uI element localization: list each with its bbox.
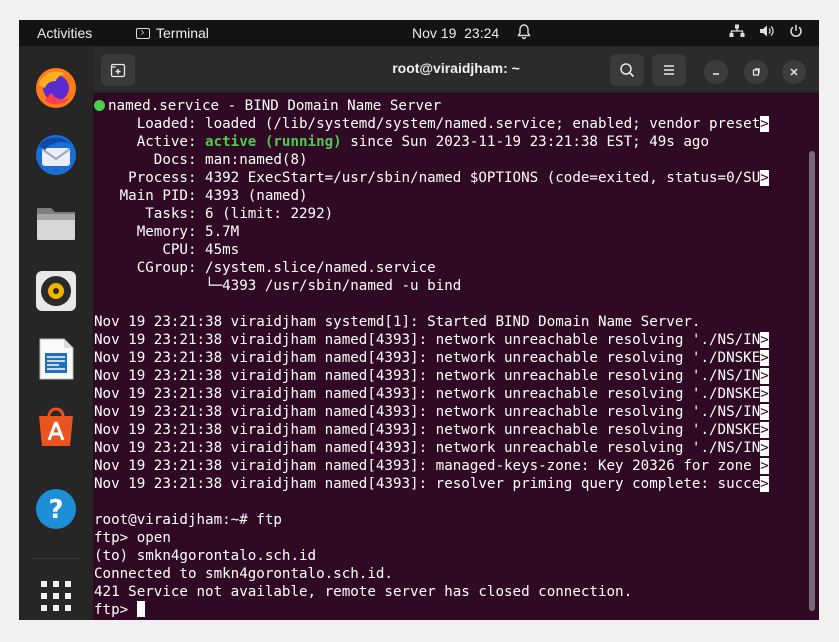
terminal-icon [136,27,150,39]
menu-button[interactable] [652,54,686,86]
log-line-text: Nov 19 23:21:38 viraidjham named[4393]: … [94,350,761,366]
show-applications-icon[interactable] [33,573,79,619]
session-line: 421 Service not available, remote server… [94,584,633,600]
status-process: Process: 4392 ExecStart=/usr/sbin/named … [93,169,805,187]
minimize-button[interactable] [704,60,728,84]
top-bar: Activities Terminal Nov 19 23:24 [19,20,819,46]
hamburger-menu-icon [664,65,674,75]
search-button[interactable] [610,54,644,86]
log-line: Nov 19 23:21:38 viraidjham named[4393]: … [93,349,805,367]
log-line-text: Nov 19 23:21:38 viraidjham named[4393]: … [94,332,761,348]
svg-text:?: ? [48,495,63,525]
status-main-pid: Main PID: 4393 (named) [94,188,308,204]
log-line-text: Nov 19 23:21:38 viraidjham named[4393]: … [94,458,761,474]
status-cgroup: CGroup: /system.slice/named.service [94,260,436,276]
log-line: Nov 19 23:21:38 viraidjham named[4393]: … [93,403,805,421]
truncation-marker: > [760,422,769,438]
log-line: Nov 19 23:21:38 viraidjham systemd[1]: S… [93,313,805,331]
log-line: Nov 19 23:21:38 viraidjham named[4393]: … [93,421,805,439]
notification-bell-icon[interactable] [517,24,531,43]
service-title: named.service - BIND Domain Name Server [108,98,442,114]
terminal-headerbar[interactable]: root@viraidjham: ~ [93,46,819,93]
truncation-marker: > [760,368,769,384]
status-active-state: active (running) [205,134,342,150]
clock[interactable]: Nov 19 23:24 [412,25,499,41]
close-icon [790,68,798,76]
journal-log: Nov 19 23:21:38 viraidjham systemd[1]: S… [93,313,805,493]
terminal-output[interactable]: named.service - BIND Domain Name Server … [93,97,805,620]
log-line: Nov 19 23:21:38 viraidjham named[4393]: … [93,385,805,403]
status-header: named.service - BIND Domain Name Server [93,97,805,115]
status-cgroup-child: └─4393 /usr/sbin/named -u bind [94,278,462,294]
truncation-marker: > [760,440,769,456]
minimize-icon [713,73,719,75]
log-line-text: Nov 19 23:21:38 viraidjham named[4393]: … [94,422,761,438]
truncation-marker: > [760,386,769,402]
log-line-text: Nov 19 23:21:38 viraidjham named[4393]: … [94,368,761,384]
log-line: Nov 19 23:21:38 viraidjham named[4393]: … [93,457,805,475]
thunderbird-icon[interactable] [33,132,79,178]
status-memory: Memory: 5.7M [94,224,240,240]
ftp-prompt: ftp> [94,602,137,618]
log-line-text: Nov 19 23:21:38 viraidjham named[4393]: … [94,404,761,420]
status-loaded: Loaded: loaded (/lib/systemd/system/name… [93,115,805,133]
session-line: root@viraidjham:~# ftp [94,512,282,528]
truncation-marker: > [760,332,769,348]
log-line: Nov 19 23:21:38 viraidjham named[4393]: … [93,367,805,385]
session-line: (to) smkn4gorontalo.sch.id [94,548,317,564]
dock-separator [31,558,81,559]
status-active-label: Active: [94,134,206,150]
maximize-icon [752,68,760,76]
app-menu-terminal[interactable]: Terminal [136,25,209,41]
network-icon[interactable] [729,24,745,41]
truncation-marker: > [760,458,769,474]
activities-button[interactable]: Activities [37,25,92,41]
libreoffice-writer-icon[interactable] [33,336,79,382]
system-tray[interactable] [729,24,803,41]
maximize-button[interactable] [744,60,768,84]
truncation-marker: > [760,350,769,366]
status-cpu: CPU: 45ms [94,242,240,258]
log-line-text: Nov 19 23:21:38 viraidjham systemd[1]: S… [94,314,701,330]
volume-icon[interactable] [759,24,775,41]
ftp-session: root@viraidjham:~# ftp ftp> open (to) smkn… [93,511,805,601]
truncation-marker: > [760,476,769,492]
scrollbar[interactable] [809,151,815,611]
truncation-marker: > [760,404,769,420]
text-cursor [136,601,145,617]
search-icon [620,63,635,78]
status-active: Active: active (running) since Sun 2023-… [93,133,805,151]
service-active-dot-icon [94,100,105,111]
app-menu-label: Terminal [156,25,209,41]
ubuntu-software-icon[interactable] [33,404,79,450]
firefox-icon[interactable] [33,64,79,110]
status-process-text: Process: 4392 ExecStart=/usr/sbin/named … [94,170,761,186]
dock: ? [19,46,93,620]
rhythmbox-icon[interactable] [33,268,79,314]
log-line-text: Nov 19 23:21:38 viraidjham named[4393]: … [94,440,761,456]
help-icon[interactable]: ? [33,486,79,532]
log-line: Nov 19 23:21:38 viraidjham named[4393]: … [93,439,805,457]
status-docs: Docs: man:named(8) [94,152,308,168]
status-active-since: since Sun 2023-11-19 23:21:38 EST; 49s a… [341,134,710,150]
session-line: ftp> open [94,530,171,546]
prompt-line[interactable]: ftp> [93,601,805,619]
log-line-text: Nov 19 23:21:38 viraidjham named[4393]: … [94,386,761,402]
status-tasks: Tasks: 6 (limit: 2292) [94,206,334,222]
log-line: Nov 19 23:21:38 viraidjham named[4393]: … [93,475,805,493]
truncation-marker: > [760,116,769,132]
log-line-text: Nov 19 23:21:38 viraidjham named[4393]: … [94,476,761,492]
desktop-screen: Activities Terminal Nov 19 23:24 ? root@… [19,20,819,620]
files-icon[interactable] [33,200,79,246]
close-button[interactable] [782,60,806,84]
status-loaded-text: Loaded: loaded (/lib/systemd/system/name… [94,116,761,132]
session-line: Connected to smkn4gorontalo.sch.id. [94,566,393,582]
log-line: Nov 19 23:21:38 viraidjham named[4393]: … [93,331,805,349]
truncation-marker: > [760,170,769,186]
power-icon[interactable] [789,24,803,41]
terminal-window[interactable]: root@viraidjham: ~ named.service - BIND … [93,46,819,620]
